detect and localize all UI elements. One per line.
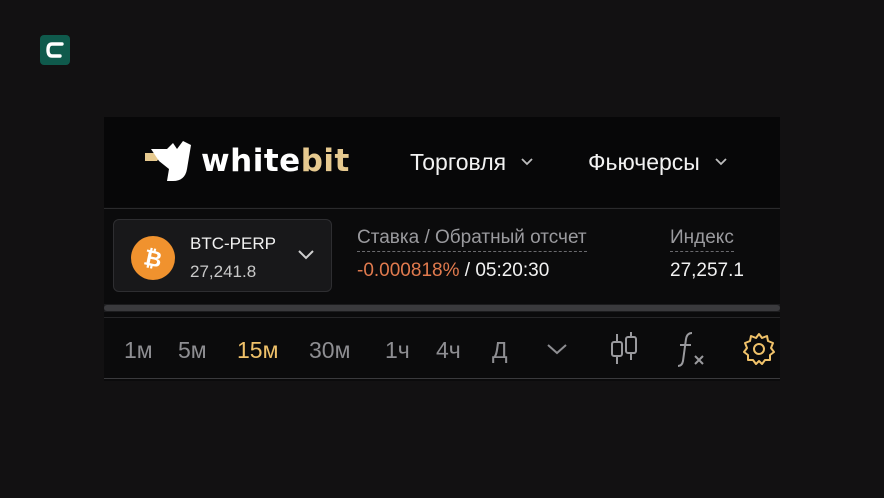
interval-30m[interactable]: 30м xyxy=(309,337,350,364)
pair-symbol: BTC-PERP xyxy=(190,234,276,253)
header: whitebit Торговля Фьючерсы xyxy=(104,117,780,207)
trading-panel: whitebit Торговля Фьючерсы ₿ BTC-PERP 27… xyxy=(104,117,780,381)
interval-1d[interactable]: Д xyxy=(492,337,508,364)
chevron-down-icon xyxy=(520,157,534,167)
nav-trade-label: Торговля xyxy=(410,148,507,175)
pair-price: 27,241.8 xyxy=(190,262,257,281)
bitcoin-icon: ₿ xyxy=(131,236,175,280)
nav-futures[interactable]: Фьючерсы xyxy=(588,145,728,179)
nav-futures-label: Фьючерсы xyxy=(588,148,700,175)
interval-1h[interactable]: 1ч xyxy=(385,337,410,364)
settings-icon[interactable] xyxy=(741,331,777,372)
toolbar-divider xyxy=(104,317,780,318)
chevron-down-icon xyxy=(297,248,315,266)
pair-selector[interactable]: ₿ BTC-PERP 27,241.8 xyxy=(113,219,332,292)
funding-rate-label[interactable]: Ставка / Обратный отсчет xyxy=(357,227,587,252)
nav-trade[interactable]: Торговля xyxy=(410,145,534,179)
funding-countdown: 05:20:30 xyxy=(475,260,550,281)
interval-4h[interactable]: 4ч xyxy=(436,337,461,364)
rate-separator: / xyxy=(459,260,476,281)
candles-icon[interactable] xyxy=(609,331,639,372)
ticker-scrollbar-thumb[interactable] xyxy=(104,305,780,311)
logo-wordmark: whitebit xyxy=(201,143,350,179)
header-divider xyxy=(104,208,780,209)
whitebit-logo-mark-icon xyxy=(145,141,191,181)
corner-logo-badge xyxy=(40,35,70,65)
funding-rate-value: -0.000818% / 05:20:30 xyxy=(357,260,549,282)
toolbar-bottom-divider xyxy=(104,378,780,379)
interval-5m[interactable]: 5м xyxy=(178,337,207,364)
more-intervals-chevron-down-icon[interactable] xyxy=(545,341,569,362)
index-value: 27,257.1 xyxy=(670,260,744,281)
chart-toolbar: 1м 5м 15м 30м 1ч 4ч Д xyxy=(104,329,780,369)
funding-rate-percent: -0.000818% xyxy=(357,260,460,281)
indicators-icon[interactable] xyxy=(674,329,708,374)
interval-15m[interactable]: 15м xyxy=(237,337,278,364)
svg-text:₿: ₿ xyxy=(142,245,164,271)
c-logo-icon xyxy=(46,42,64,58)
whitebit-logo[interactable]: whitebit xyxy=(143,139,350,183)
chevron-down-icon xyxy=(714,157,728,167)
index-label[interactable]: Индекс xyxy=(670,227,734,252)
interval-1m[interactable]: 1м xyxy=(124,337,153,364)
